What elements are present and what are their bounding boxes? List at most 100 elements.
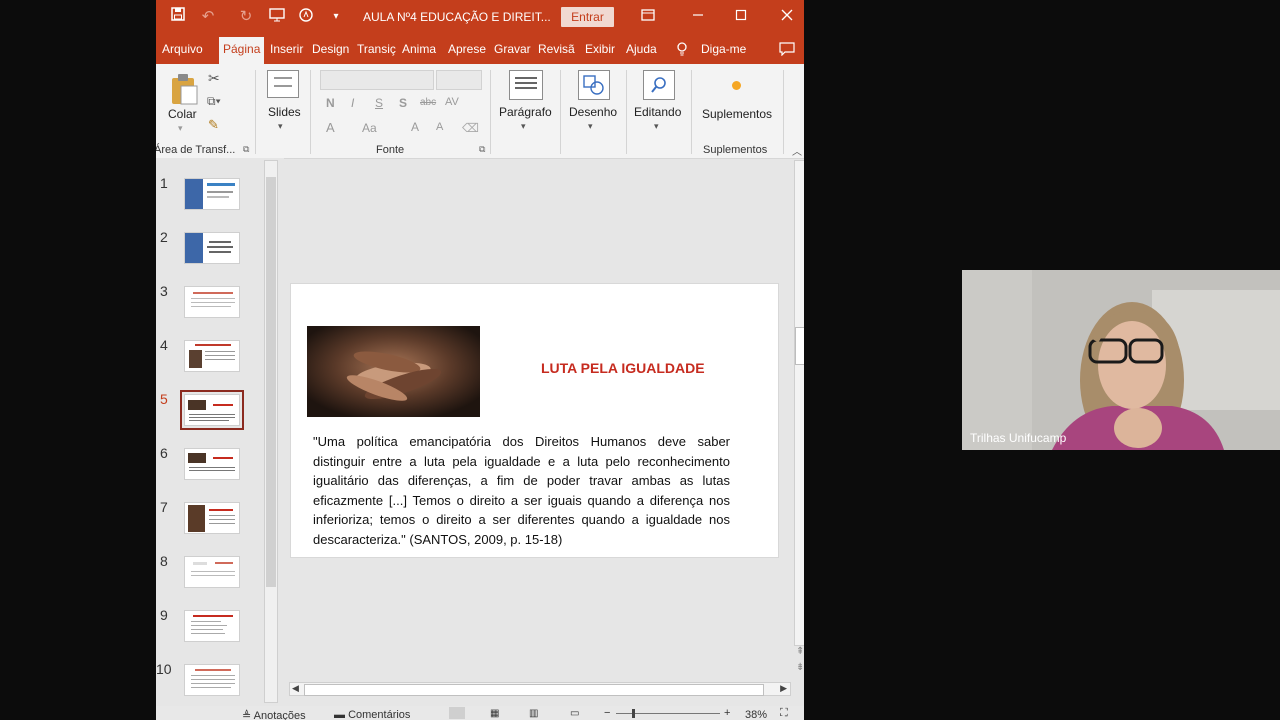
increase-font-button[interactable]: A — [411, 120, 419, 134]
bold-button[interactable]: N — [326, 96, 335, 110]
scroll-right-icon[interactable]: ▶ — [780, 683, 787, 694]
slide-thumbnail[interactable] — [184, 448, 240, 480]
slide-sorter-icon[interactable]: ▦ — [490, 708, 499, 719]
editing-button[interactable]: Editando — [634, 105, 681, 119]
slide-thumbnail[interactable] — [184, 556, 240, 588]
redo-icon[interactable]: ↻ — [236, 7, 256, 27]
font-size-dropdown[interactable] — [436, 70, 482, 90]
slideshow-icon[interactable]: ▭ — [570, 708, 579, 719]
zoom-slider[interactable] — [616, 709, 720, 718]
sign-in-button[interactable]: Entrar — [561, 7, 614, 27]
tab-gravar[interactable]: Gravar — [494, 42, 531, 56]
dialog-launcher-icon[interactable]: ⧉ — [243, 144, 249, 155]
scroll-left-icon[interactable]: ◀ — [292, 683, 299, 694]
scrollbar-thumb[interactable] — [266, 177, 276, 587]
tell-me-search[interactable]: Diga-me — [701, 42, 746, 56]
chevron-down-icon[interactable]: ▾ — [588, 121, 593, 132]
clear-formatting-icon[interactable]: ⌫ — [462, 121, 479, 135]
normal-view-icon[interactable] — [449, 707, 465, 719]
next-slide-icon[interactable]: ⇟ — [796, 662, 804, 673]
customize-toolbar-icon[interactable]: ▾ — [326, 7, 346, 27]
collapse-ribbon-icon[interactable]: ︿ — [792, 143, 802, 158]
tab-revisao[interactable]: Revisã — [538, 42, 575, 56]
tab-exibir[interactable]: Exibir — [585, 42, 615, 56]
slide-thumbnail[interactable] — [184, 610, 240, 642]
slide-number-selected: 5 — [160, 391, 168, 407]
tab-apresentacao[interactable]: Aprese — [448, 42, 486, 56]
italic-button[interactable]: I — [351, 96, 354, 110]
fit-to-window-icon[interactable]: ⛶ — [780, 707, 788, 720]
tab-pagina-inicial[interactable]: Página — [219, 37, 265, 64]
slide-vertical-scrollbar[interactable] — [794, 160, 804, 646]
slide-horizontal-scrollbar[interactable]: ◀ ▶ — [289, 682, 791, 696]
underline-button[interactable]: S — [375, 96, 383, 110]
tab-arquivo[interactable]: Arquivo — [162, 42, 203, 56]
change-case-button[interactable]: Aa — [362, 121, 377, 135]
ribbon-display-options-icon[interactable] — [638, 7, 658, 27]
save-icon[interactable] — [168, 7, 188, 27]
notes-button[interactable]: ≜ Anotações — [242, 709, 306, 720]
reading-view-icon[interactable]: ▥ — [529, 708, 538, 719]
tab-transicoes[interactable]: Transiç — [357, 42, 396, 56]
strikethrough-button[interactable]: abc — [420, 97, 436, 108]
slide-thumbnail[interactable] — [184, 178, 240, 210]
tab-animacoes[interactable]: Anima — [402, 42, 436, 56]
paragraph-icon[interactable] — [509, 70, 543, 100]
tab-ajuda[interactable]: Ajuda — [626, 42, 657, 56]
maximize-icon[interactable] — [731, 7, 751, 27]
chevron-down-icon[interactable]: ▾ — [278, 121, 283, 132]
chevron-down-icon[interactable]: ▾ — [178, 123, 183, 134]
ribbon: Colar ▾ ✂ ⧉▾ ✎ Área de Transf... ⧉ Slide… — [156, 64, 804, 159]
shapes-icon[interactable] — [578, 70, 610, 100]
zoom-in-icon[interactable]: + — [724, 707, 730, 719]
slide-number: 4 — [160, 337, 168, 353]
paste-icon[interactable] — [169, 72, 199, 111]
cut-icon[interactable]: ✂ — [208, 70, 220, 87]
font-color-button[interactable]: A — [326, 120, 335, 135]
previous-slide-icon[interactable]: ⇞ — [796, 646, 804, 657]
slide-number: 3 — [160, 283, 168, 299]
zoom-slider-thumb[interactable] — [632, 709, 635, 718]
paragraph-button[interactable]: Parágrafo — [499, 105, 552, 119]
status-bar: ≜ Anotações ▬ Comentários ▦ ▥ ▭ − + 38% … — [156, 706, 804, 720]
minimize-icon[interactable] — [688, 7, 708, 27]
slide-thumbnail-selected[interactable] — [180, 390, 244, 430]
comments-icon[interactable] — [779, 42, 795, 59]
scrollbar-thumb[interactable] — [304, 684, 764, 696]
zoom-out-icon[interactable]: − — [604, 707, 610, 719]
new-slide-icon[interactable] — [267, 70, 299, 98]
paste-label[interactable]: Colar — [168, 107, 197, 121]
slide-thumbnail[interactable] — [184, 286, 240, 318]
close-icon[interactable] — [777, 7, 797, 27]
shadow-button[interactable]: S — [399, 96, 407, 110]
character-spacing-button[interactable]: AV — [445, 96, 459, 108]
chevron-down-icon[interactable]: ▾ — [521, 121, 526, 132]
drawing-button[interactable]: Desenho — [569, 105, 617, 119]
touch-mode-icon[interactable] — [296, 7, 316, 27]
comments-button[interactable]: ▬ Comentários — [334, 709, 410, 720]
start-slideshow-icon[interactable] — [267, 7, 287, 27]
undo-icon[interactable]: ↶ — [198, 7, 218, 27]
decrease-font-button[interactable]: A — [436, 121, 443, 133]
group-separator — [255, 70, 256, 154]
slide-thumbnail-pane: 1 2 3 4 5 6 7 8 9 10 — [156, 158, 284, 706]
tab-inserir[interactable]: Inserir — [270, 42, 303, 56]
slide-thumbnail[interactable] — [184, 340, 240, 372]
dialog-launcher-icon[interactable]: ⧉ — [479, 144, 485, 155]
chevron-down-icon[interactable]: ▾ — [654, 121, 659, 132]
slide-thumbnail[interactable] — [184, 232, 240, 264]
thumbnail-scrollbar[interactable] — [264, 160, 278, 703]
search-icon[interactable] — [643, 70, 675, 100]
addins-button[interactable]: Suplementos — [702, 107, 772, 121]
slide-canvas[interactable]: LUTA PELA IGUALDADE "Uma política emanci… — [290, 283, 779, 558]
slide-thumbnail[interactable] — [184, 502, 240, 534]
slide-thumbnail[interactable] — [184, 664, 240, 696]
slides-button[interactable]: Slides — [268, 105, 301, 119]
scrollbar-thumb[interactable] — [795, 327, 804, 365]
font-name-dropdown[interactable] — [320, 70, 434, 90]
copy-icon[interactable]: ⧉▾ — [207, 94, 221, 109]
addins-icon[interactable] — [732, 81, 741, 90]
zoom-level[interactable]: 38% — [745, 709, 767, 720]
format-painter-icon[interactable]: ✎ — [208, 117, 219, 133]
tab-design[interactable]: Design — [312, 42, 349, 56]
